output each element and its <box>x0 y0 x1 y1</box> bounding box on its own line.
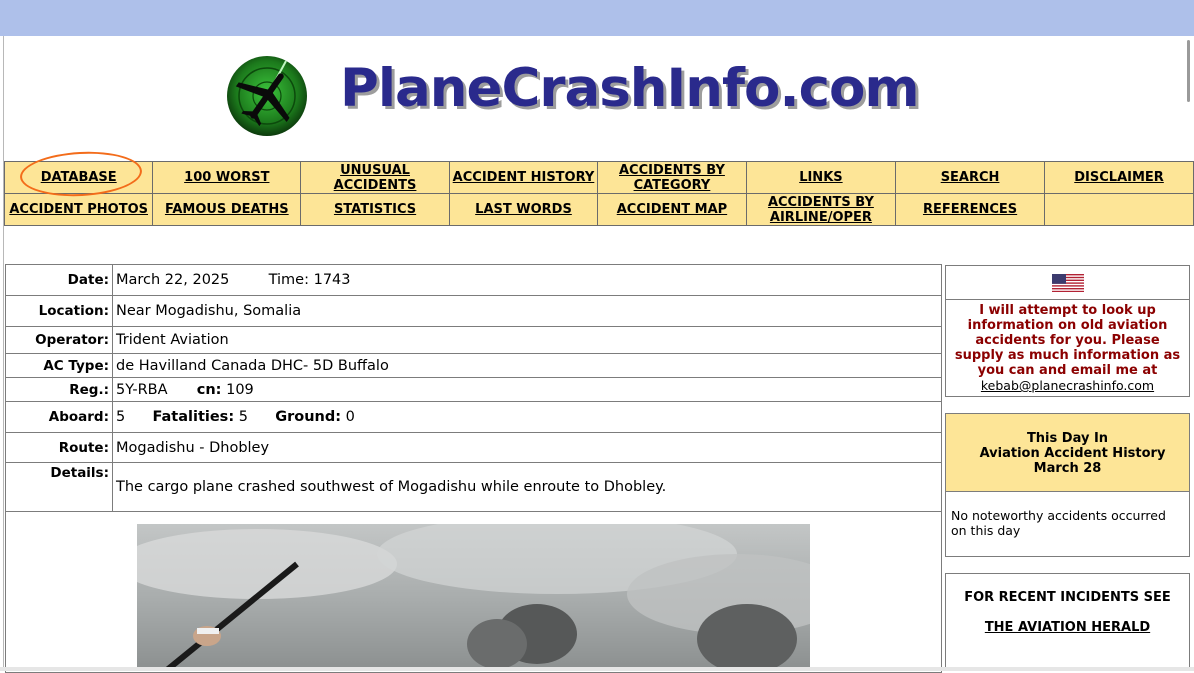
photo-cell <box>5 511 942 673</box>
lookup-message: I will attempt to look up information on… <box>954 303 1181 378</box>
location-label: Location: <box>5 295 113 327</box>
crash-photo-image <box>137 524 810 670</box>
fatalities-value: 5 <box>238 409 248 425</box>
nav-item-search[interactable]: SEARCH <box>895 161 1046 194</box>
actype-value: de Havilland Canada DHC- 5D Buffalo <box>112 353 942 378</box>
nav-item-last-words[interactable]: LAST WORDS <box>448 193 599 226</box>
this-day-title-line1: This Day In <box>1026 431 1109 446</box>
operator-value: Trident Aviation <box>112 326 942 354</box>
this-day-header: This Day In Aviation Accident History Ma… <box>946 414 1189 492</box>
aboard-label: Aboard: <box>5 401 113 433</box>
route-label: Route: <box>5 432 113 463</box>
nav-link-100-worst[interactable]: 100 WORST <box>184 170 269 185</box>
nav-item-database[interactable]: DATABASE <box>3 161 154 194</box>
reg-label: Reg.: <box>5 377 113 402</box>
date-label: Date: <box>5 264 113 296</box>
location-value: Near Mogadishu, Somalia <box>112 295 942 327</box>
nav-link-accidents-by-category[interactable]: ACCIDENTS BY CATEGORY <box>619 163 725 193</box>
bottom-edge <box>0 667 1194 671</box>
nav-link-accident-photos[interactable]: ACCIDENT PHOTOS <box>9 202 148 217</box>
fatalities-label: Fatalities: <box>152 409 235 425</box>
nav-item-accidents-by-airline[interactable]: ACCIDENTS BY AIRLINE/OPER <box>745 193 897 226</box>
main-navigation: DATABASE 100 WORST UNUSUAL ACCIDENTS ACC… <box>3 161 1194 226</box>
this-day-title-line2: Aviation Accident History <box>979 446 1166 461</box>
nav-link-accident-map[interactable]: ACCIDENT MAP <box>617 202 727 217</box>
site-brand-title[interactable]: PlaneCrashInfo.com <box>340 58 920 119</box>
this-day-panel: This Day In Aviation Accident History Ma… <box>945 413 1190 557</box>
recent-incidents-panel: FOR RECENT INCIDENTS SEE THE AVIATION HE… <box>945 573 1190 669</box>
nav-item-unusual-accidents[interactable]: UNUSUAL ACCIDENTS <box>300 161 450 194</box>
us-flag-icon <box>1051 273 1084 292</box>
radar-plane-logo-icon[interactable] <box>226 55 308 137</box>
cn-value: 109 <box>226 381 254 398</box>
nav-link-references[interactable]: REFERENCES <box>923 202 1017 217</box>
scrollbar-thumb[interactable] <box>1187 40 1190 102</box>
nav-link-statistics[interactable]: STATISTICS <box>334 202 416 217</box>
nav-link-last-words[interactable]: LAST WORDS <box>475 202 572 217</box>
nav-item-accident-map[interactable]: ACCIDENT MAP <box>597 193 747 226</box>
nav-link-links[interactable]: LINKS <box>799 170 842 185</box>
this-day-body: No noteworthy accidents occurred on this… <box>951 508 1166 538</box>
nav-link-accidents-by-airline[interactable]: ACCIDENTS BY AIRLINE/OPER <box>768 195 874 225</box>
date-value: March 22, 2025 <box>116 272 230 288</box>
actype-label: AC Type: <box>5 353 113 378</box>
email-link[interactable]: kebab@planecrashinfo.com <box>981 378 1154 393</box>
nav-item-empty <box>1044 193 1194 226</box>
reg-value-cell: 5Y-RBA cn: 109 <box>112 377 942 402</box>
route-value: Mogadishu - Dhobley <box>112 432 942 463</box>
nav-link-accident-history[interactable]: ACCIDENT HISTORY <box>453 170 595 185</box>
this-day-date: March 28 <box>1033 461 1102 476</box>
nav-item-references[interactable]: REFERENCES <box>895 193 1046 226</box>
nav-item-accidents-by-category[interactable]: ACCIDENTS BY CATEGORY <box>597 161 747 194</box>
aviation-herald-link[interactable]: THE AVIATION HERALD <box>985 620 1150 635</box>
nav-item-accident-photos[interactable]: ACCIDENT PHOTOS <box>3 193 154 226</box>
reg-value: 5Y-RBA <box>116 381 168 398</box>
nav-link-search[interactable]: SEARCH <box>941 170 1000 185</box>
ground-value: 0 <box>345 409 355 425</box>
time-value: 1743 <box>313 272 351 288</box>
nav-link-database[interactable]: DATABASE <box>41 170 117 185</box>
lookup-panel: I will attempt to look up information on… <box>945 265 1190 397</box>
cn-label: cn: <box>196 381 222 398</box>
flag-row <box>946 266 1189 300</box>
ground-label: Ground: <box>275 409 342 425</box>
nav-item-accident-history[interactable]: ACCIDENT HISTORY <box>448 161 599 194</box>
details-label: Details: <box>5 462 113 512</box>
nav-item-100-worst[interactable]: 100 WORST <box>152 161 302 194</box>
nav-link-unusual-accidents[interactable]: UNUSUAL ACCIDENTS <box>334 163 417 193</box>
nav-link-disclaimer[interactable]: DISCLAIMER <box>1074 170 1164 185</box>
recent-incidents-label: FOR RECENT INCIDENTS SEE <box>964 590 1171 605</box>
accident-details-table: Date: March 22, 2025 Time: 1743 Location… <box>5 264 942 673</box>
aboard-value-cell: 5 Fatalities: 5 Ground: 0 <box>112 401 942 433</box>
nav-item-links[interactable]: LINKS <box>745 161 897 194</box>
nav-item-famous-deaths[interactable]: FAMOUS DEATHS <box>152 193 302 226</box>
nav-item-disclaimer[interactable]: DISCLAIMER <box>1044 161 1194 194</box>
nav-link-famous-deaths[interactable]: FAMOUS DEATHS <box>165 202 289 217</box>
details-value: The cargo plane crashed southwest of Mog… <box>112 462 942 512</box>
date-value-cell: March 22, 2025 Time: 1743 <box>112 264 942 296</box>
time-label: Time: <box>268 272 309 288</box>
browser-top-bar <box>0 0 1194 36</box>
aboard-value: 5 <box>116 409 126 425</box>
nav-item-statistics[interactable]: STATISTICS <box>300 193 450 226</box>
operator-label: Operator: <box>5 326 113 354</box>
